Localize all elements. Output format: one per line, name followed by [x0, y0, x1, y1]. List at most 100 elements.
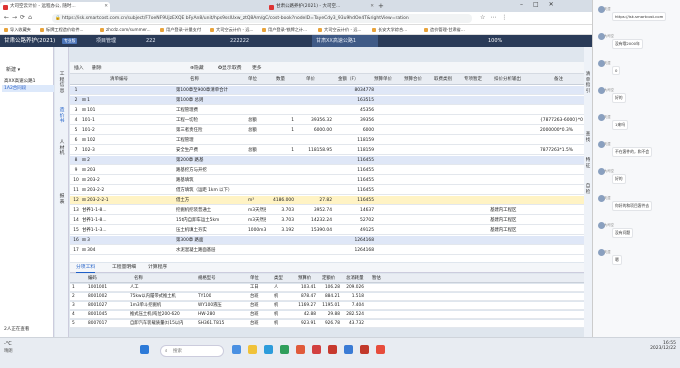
bookmark-6[interactable]: 大司空云计价 - 远... — [318, 26, 361, 34]
table-row[interactable]: 2 ⊟ 1 第100章 总则 163515 — [70, 96, 590, 105]
chat-bubble[interactable]: https://isk.smartcost.com — [612, 12, 667, 21]
cell-name[interactable]: 安全生产费 — [176, 146, 248, 155]
bookmark-2[interactable]: zhcdz.com/summer... — [100, 26, 151, 34]
cell-rem[interactable]: 基建内工程区 — [490, 226, 536, 235]
cell-code[interactable]: 102-3 — [82, 146, 178, 155]
cell-rem[interactable]: 基建内工程区 — [490, 216, 536, 225]
cell-unit[interactable]: 1000m3 — [248, 226, 266, 235]
detail-row[interactable]: 4 8001045 推式压土机(吨位200-620 HW-280 台班 机 42.88 29.… — [70, 311, 590, 319]
cell-name[interactable]: 路基填筑 — [176, 176, 248, 185]
rv-search[interactable]: 查找 — [585, 132, 591, 143]
cell-code[interactable]: ⊟ 101 — [82, 106, 178, 115]
cell-price[interactable]: 14232.24 — [296, 216, 332, 225]
bookmark-4[interactable]: 大司空云计价 - 远... — [210, 26, 253, 34]
table-row[interactable]: 16 ⊟ 3 第300章 路面 1264168 — [70, 236, 590, 245]
col-budget-price[interactable]: 预算单价 — [374, 76, 392, 82]
project-title[interactable]: 甘肃公路养护(2021) — [4, 35, 55, 47]
cell-note[interactable]: {7877263-6000}*0 — [540, 116, 588, 125]
detail-row[interactable]: 1 1001001 人工 工日 人 103.41 106.28 209.026 — [70, 284, 590, 292]
chat-bubble[interactable]: 没有哦2000年 — [612, 39, 643, 49]
cell-no[interactable]: 14 — [72, 216, 80, 225]
bookmark-5[interactable]: 用户登录-铁牌之计... — [262, 26, 307, 34]
table-row[interactable]: 10 ⊟ 203-2 路基填筑 116455 — [70, 176, 590, 185]
cell-amt[interactable]: 1264168 — [336, 236, 374, 245]
rv-guide[interactable]: 清单指引 — [585, 72, 591, 94]
rv-feature[interactable]: 特征 — [585, 158, 591, 169]
tree-item-project[interactable]: 高XX高速公路1 — [2, 78, 54, 85]
cell-note[interactable]: 7877263*1.5% — [540, 146, 588, 155]
cell-rem[interactable]: 基建内工程区 — [490, 206, 536, 215]
vnav-cost-book[interactable]: 造价书 — [58, 108, 66, 125]
cell-price[interactable]: 15390.04 — [296, 226, 332, 235]
browser-tab-1[interactable]: 甘肃公路养护(2021) - 大司空... ✕ — [266, 2, 376, 12]
cell-name[interactable]: 路基挖方与开挖 — [176, 166, 248, 175]
chat-bubble[interactable]: 不在客件的，和不会 — [612, 147, 653, 157]
bookmark-0[interactable]: 导入收藏夹 — [4, 26, 31, 34]
cell-unit[interactable]: m3天然密 — [248, 206, 266, 215]
cell-no[interactable]: 12 — [72, 196, 80, 205]
table-row[interactable]: 7 102-3 安全生产费 总额 1 118158.95 118159 7877263*1.5… — [70, 146, 590, 155]
col-note[interactable]: 备注 — [554, 76, 563, 82]
tab-project-manage[interactable]: 项目管理 — [92, 35, 120, 47]
cell-amt[interactable]: 39356 — [336, 116, 374, 125]
table-row[interactable]: 6 ⊟ 102 工程管理 118159 — [70, 136, 590, 145]
cell-price[interactable]: 27.82 — [296, 196, 332, 205]
cell-amt[interactable]: 49125 — [336, 226, 374, 235]
app-icon[interactable] — [376, 345, 385, 354]
chat-bubble[interactable]: 没有问题 — [612, 228, 634, 238]
file-explorer-icon[interactable] — [248, 345, 257, 354]
tab-calc-program[interactable]: 计算程序 — [148, 264, 167, 272]
cell-amt[interactable]: 163515 — [336, 96, 374, 105]
cell-no[interactable]: 7 — [72, 146, 80, 155]
tab-gansu-1[interactable]: 甘肃XX高速公路1 — [312, 35, 378, 47]
chat-bubble[interactable]: 嗯 — [612, 255, 622, 265]
wechat-icon[interactable] — [280, 345, 289, 354]
delete-button[interactable]: 删除 — [92, 64, 102, 71]
new-button[interactable]: 新建 ▾ — [6, 66, 20, 73]
cell-no[interactable]: 9 — [72, 166, 80, 175]
cell-no[interactable]: 10 — [72, 176, 80, 185]
cell-amt[interactable]: 52702 — [336, 216, 374, 225]
cell-price[interactable]: 39356.32 — [296, 116, 332, 125]
cell-qty[interactable]: 3.192 — [268, 226, 294, 235]
table-row[interactable]: 13甘养1-1-8...挖掘机挖装普通土m3天然密3.7033952.74 146… — [70, 206, 590, 215]
cell-name[interactable]: 水泥混凝土路面基层 — [176, 246, 248, 255]
cell-name[interactable]: 挖掘机挖装普通土 — [176, 206, 248, 215]
rv-check[interactable]: 自检 — [585, 184, 591, 195]
cell-name[interactable]: 第100章至900章清单合计 — [176, 86, 248, 95]
cell-amt[interactable]: 118159 — [336, 136, 374, 145]
cell-amt[interactable]: 116455 — [336, 196, 374, 205]
tab-222222[interactable]: 222222 — [226, 35, 253, 47]
cell-code[interactable]: ⊟ 203 — [82, 166, 178, 175]
table-row[interactable]: 8 ⊟ 2 第200章 路基 116455 — [70, 156, 590, 165]
close-icon[interactable]: ✕ — [370, 2, 374, 12]
cell-no[interactable]: 17 — [72, 246, 80, 255]
app-icon[interactable] — [344, 345, 353, 354]
task-view-icon[interactable] — [232, 345, 241, 354]
cell-price[interactable]: 3952.74 — [296, 206, 332, 215]
cell-code[interactable]: ⊟ 102 — [82, 136, 178, 145]
tab-items[interactable]: 分项工料 — [76, 264, 96, 273]
table-row[interactable]: 1 第100章至900章清单合计 8034778 — [70, 86, 590, 95]
tab-quantity-detail[interactable]: 工程量明细 — [112, 264, 136, 272]
start-icon[interactable] — [140, 345, 149, 354]
close-icon[interactable]: ✕ — [104, 2, 108, 12]
table-row[interactable]: 5 101-2 第三者责任险 总额 1 6000.00 6000 2000000*0.3% — [70, 126, 590, 135]
chat-bubble[interactable]: 1来吗 — [612, 120, 629, 130]
cell-code[interactable]: ⊟ 3 — [82, 236, 178, 245]
cell-code[interactable]: ⊟ 203-2-2-1 — [82, 196, 178, 205]
cell-no[interactable]: 13 — [72, 206, 80, 215]
cell-name[interactable]: 第200章 路基 — [176, 156, 248, 165]
weather-temp[interactable]: -°C — [4, 341, 12, 347]
cell-unit[interactable]: m³ — [248, 196, 266, 205]
cell-code[interactable]: 甘养1-1-3... — [82, 226, 178, 235]
cell-name[interactable]: 第300章 路面 — [176, 236, 248, 245]
col-qty[interactable]: 数量 — [276, 76, 285, 82]
window-controls[interactable]: –□✕ — [520, 1, 564, 8]
chat-bubble[interactable]: 好的 — [612, 93, 626, 103]
col-amount[interactable]: 金额（F） — [338, 76, 359, 82]
cell-name[interactable]: 工程管理 — [176, 136, 248, 145]
detail-row[interactable]: 3 8001027 1m3单斗挖掘机 WY100液压 台班 机 1169.27 1195.01… — [70, 302, 590, 310]
bookmark-3[interactable]: 用户登录-计量支付 — [160, 26, 201, 34]
col-code[interactable]: 清单编号 — [110, 76, 128, 82]
